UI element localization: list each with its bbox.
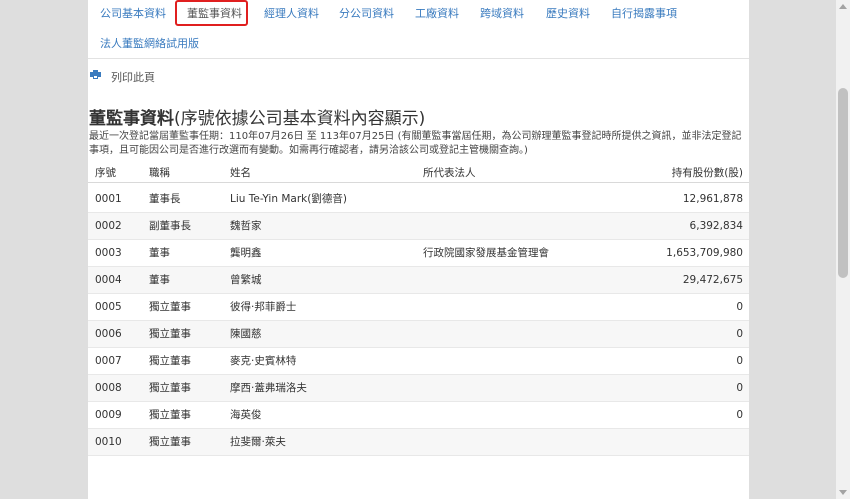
page-title-sub: (序號依據公司基本資料內容顯示) [174,109,426,129]
tab-network-trial[interactable]: 法人董監網絡試用版 [100,37,199,51]
header-rep: 所代表法人 [423,167,476,179]
tab-managers[interactable]: 經理人資料 [264,7,319,21]
table-row: 0009 獨立董事 海英俊 0 [88,402,749,429]
cell-shares: 0 [736,382,743,394]
term-note: 最近一次登記當屆董監事任期：110年07月26日 至 113年07月25日 (有… [89,131,742,156]
cell-name: 摩西‧蓋弗瑞洛夫 [230,382,307,394]
cell-seq: 0009 [95,409,122,421]
cell-position: 董事 [149,274,170,286]
cell-name: 曾繁城 [230,274,262,286]
cell-name: 彼得‧邦菲爵士 [230,301,297,313]
cell-seq: 0003 [95,247,122,259]
page-title-main: 董監事資料 [89,109,174,129]
cell-shares: 0 [736,355,743,367]
page-title: 董監事資料(序號依據公司基本資料內容顯示) [89,104,425,129]
table-row: 0007 獨立董事 麥克‧史賓林特 0 [88,348,749,375]
scrollbar-thumb[interactable] [838,88,848,278]
cell-name: 拉斐爾‧萊夫 [230,436,286,448]
table-row: 0004 董事 曾繁城 29,472,675 [88,267,749,294]
header-name: 姓名 [230,167,251,179]
cell-seq: 0010 [95,436,122,448]
tab-company-basic[interactable]: 公司基本資料 [100,7,166,21]
cell-name: 麥克‧史賓林特 [230,355,297,367]
cell-position: 獨立董事 [149,382,191,394]
printer-icon [90,70,101,79]
cell-position: 董事長 [149,193,181,205]
cell-name: Liu Te-Yin Mark(劉德音) [230,193,347,205]
table-row: 0002 副董事長 魏哲家 6,392,834 [88,213,749,240]
cell-seq: 0008 [95,382,122,394]
table-row: 0001 董事長 Liu Te-Yin Mark(劉德音) 12,961,878 [88,186,749,213]
table-row: 0005 獨立董事 彼得‧邦菲爵士 0 [88,294,749,321]
tab-cross-domain[interactable]: 跨域資料 [480,7,524,21]
tab-history[interactable]: 歷史資料 [546,7,590,21]
tab-self-disclosure[interactable]: 自行揭露事項 [611,7,677,21]
vertical-scrollbar[interactable] [836,0,850,499]
tab-divider [88,58,749,59]
cell-shares: 0 [736,409,743,421]
table-row: 0006 獨立董事 陳國慈 0 [88,321,749,348]
table-row: 0010 獨立董事 拉斐爾‧萊夫 [88,429,749,456]
cell-position: 獨立董事 [149,409,191,421]
scroll-up-icon[interactable] [839,4,847,9]
cell-shares: 6,392,834 [689,220,743,232]
main-content: 公司基本資料 董監事資料 經理人資料 分公司資料 工廠資料 跨域資料 歷史資料 … [88,0,749,499]
cell-name: 海英俊 [230,409,262,421]
cell-seq: 0004 [95,274,122,286]
cell-name: 龔明鑫 [230,247,262,259]
cell-seq: 0002 [95,220,122,232]
cell-seq: 0005 [95,301,122,313]
print-label[interactable]: 列印此頁 [111,69,155,85]
cell-seq: 0001 [95,193,122,205]
cell-position: 獨立董事 [149,355,191,367]
scroll-down-icon[interactable] [839,490,847,495]
cell-position: 董事 [149,247,170,259]
header-position: 職稱 [149,167,170,179]
cell-seq: 0006 [95,328,122,340]
table-row: 0003 董事 龔明鑫 行政院國家發展基金管理會 1,653,709,980 [88,240,749,267]
cell-position: 獨立董事 [149,328,191,340]
cell-shares: 12,961,878 [682,193,743,205]
active-tab-highlight [175,0,248,26]
table-row: 0008 獨立董事 摩西‧蓋弗瑞洛夫 0 [88,375,749,402]
header-seq: 序號 [95,167,116,179]
cell-shares: 29,472,675 [682,274,743,286]
tab-branches[interactable]: 分公司資料 [339,7,394,21]
cell-position: 副董事長 [149,220,191,232]
cell-shares: 0 [736,301,743,313]
cell-shares: 1,653,709,980 [666,247,743,259]
cell-name: 陳國慈 [230,328,262,340]
cell-name: 魏哲家 [230,220,262,232]
table-header: 序號 職稱 姓名 所代表法人 持有股份數(股) [88,163,749,183]
cell-seq: 0007 [95,355,122,367]
cell-position: 獨立董事 [149,301,191,313]
table-row-partial [88,456,749,470]
tab-factories[interactable]: 工廠資料 [415,7,459,21]
header-shares: 持有股份數(股) [671,167,743,179]
cell-shares: 0 [736,328,743,340]
cell-rep: 行政院國家發展基金管理會 [423,247,549,259]
cell-position: 獨立董事 [149,436,191,448]
